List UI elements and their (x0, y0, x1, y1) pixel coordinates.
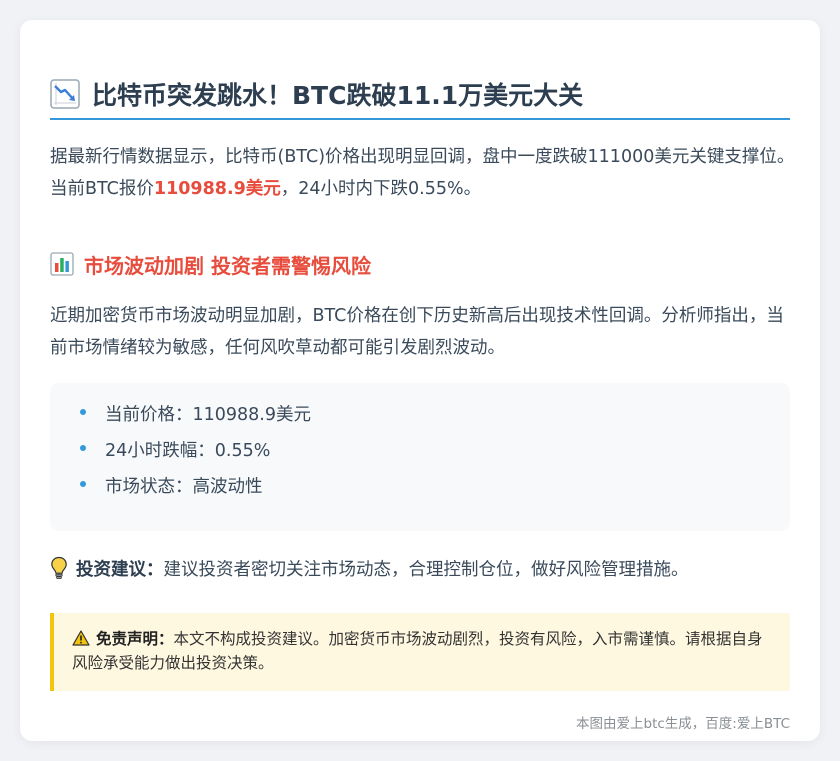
intro-paragraph: 据最新行情数据显示，比特币(BTC)价格出现明显回调，盘中一度跌破111000美… (50, 141, 795, 205)
advice-label: 投资建议： (76, 559, 164, 580)
stat-change: 24小时跌幅：0.55% (105, 441, 271, 461)
title-row: 比特币突发跳水！BTC跌破11.1万美元大关 (50, 70, 790, 120)
stats-list: 当前价格：110988.9美元 24小时跌幅：0.55% 市场状态：高波动性 (50, 383, 790, 505)
disclaimer-label: 免责声明： (96, 630, 174, 648)
section-paragraph: 近期加密货币市场波动明显加剧，BTC价格在创下历史新高后出现技术性回调。分析师指… (50, 306, 784, 358)
section-heading: 市场波动加剧 投资者需警惕风险 (50, 246, 371, 282)
light-bulb-icon (51, 556, 67, 580)
warning-icon (72, 630, 90, 646)
disclaimer-text: 本文不构成投资建议。加密货币市场波动剧烈，投资有风险，入市需谨慎。请根据自身风险… (72, 630, 763, 672)
stat-status: 市场状态：高波动性 (105, 477, 263, 497)
chart-decreasing-icon (50, 79, 80, 109)
intro-text-end: ，24小时内下跌0.55%。 (280, 179, 482, 199)
section-title: 市场波动加剧 投资者需警惕风险 (84, 253, 371, 278)
advice-text: 建议投资者密切关注市场动态，合理控制仓位，做好风险管理措施。 (163, 559, 689, 580)
price-highlight: 110988.9美元 (153, 179, 281, 199)
article-card: 比特币突发跳水！BTC跌破11.1万美元大关 据最新行情数据显示，比特币(BTC… (20, 20, 820, 741)
disclaimer-box: 免责声明：本文不构成投资建议。加密货币市场波动剧烈，投资有风险，入市需谨慎。请根… (50, 613, 790, 691)
bullet-dot (80, 409, 86, 415)
page-title: 比特币突发跳水！BTC跌破11.1万美元大关 (92, 81, 584, 110)
footer-credit: 本图由爱上btc生成，百度:爱上BTC (576, 716, 790, 732)
stat-price: 当前价格：110988.9美元 (105, 405, 312, 425)
bullet-dot (80, 481, 86, 487)
bar-chart-icon (50, 252, 74, 276)
list-item: 当前价格：110988.9美元 (80, 397, 790, 433)
bullet-dot (80, 445, 86, 451)
stats-box: 当前价格：110988.9美元 24小时跌幅：0.55% 市场状态：高波动性 (50, 383, 790, 531)
list-item: 市场状态：高波动性 (80, 469, 790, 505)
list-item: 24小时跌幅：0.55% (80, 433, 790, 469)
advice-row: 投资建议： 建议投资者密切关注市场动态，合理控制仓位，做好风险管理措施。 (50, 552, 689, 584)
